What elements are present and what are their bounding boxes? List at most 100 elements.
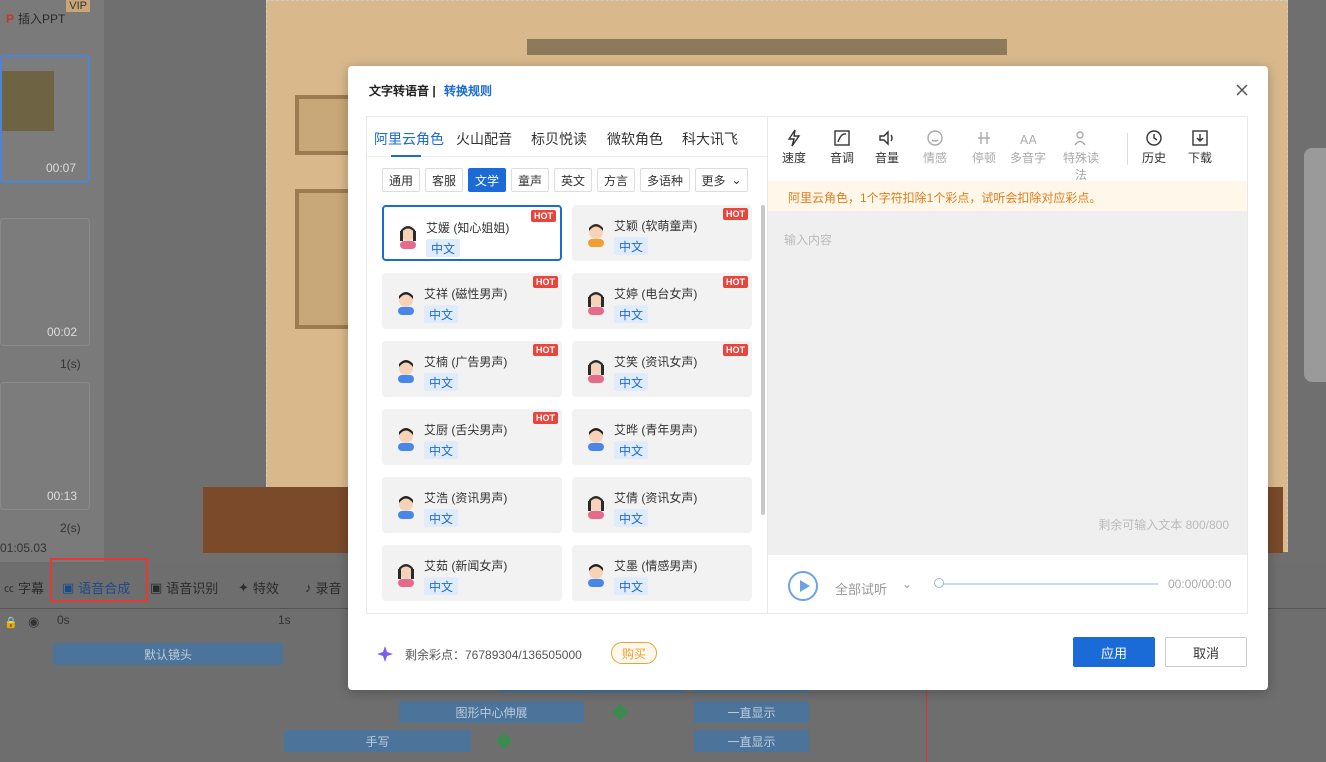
tool-speaker-button[interactable]: 音量 <box>867 129 907 166</box>
tool-label: 音调 <box>829 151 854 165</box>
tab-aliyun[interactable]: 阿里云角色 <box>374 129 444 149</box>
voice-avatar-icon <box>584 221 608 247</box>
category-literature[interactable]: 文学 <box>468 168 506 192</box>
voice-avatar-icon <box>394 357 418 383</box>
tool-label: 停顿 <box>971 151 996 165</box>
voice-card[interactable]: 艾婷 (电台女声) 中文 HOT <box>572 273 752 329</box>
voice-lang-badge: 中文 <box>614 305 648 323</box>
input-placeholder: 输入内容 <box>784 233 833 247</box>
tab-iflytek[interactable]: 科大讯飞 <box>682 129 738 149</box>
voice-name: 艾颖 (软萌童声) <box>614 219 698 233</box>
editor-panel: 阿里云角色，1个字符扣除1个彩点，试听会扣除对应彩点。 输入内容 剩余可输入文本… <box>767 116 1248 614</box>
tab-microsoft[interactable]: 微软角色 <box>607 129 663 149</box>
voice-name: 艾笑 (资讯女声) <box>614 355 698 369</box>
voice-card[interactable]: 艾颖 (软萌童声) 中文 HOT <box>572 205 752 261</box>
voice-lang-badge: 中文 <box>426 239 460 257</box>
voice-card[interactable]: 艾厨 (舌尖男声) 中文 HOT <box>382 409 562 465</box>
tool-special-read-button[interactable]: 特殊读法 <box>1061 129 1101 183</box>
tool-history-button[interactable]: 历史 <box>1134 129 1174 166</box>
remaining-count: 剩余可输入文本 800/800 <box>1098 518 1229 532</box>
voice-lang-badge: 中文 <box>424 441 458 459</box>
apply-button[interactable]: 应用 <box>1073 637 1155 667</box>
chevron-down-icon: ⌄ <box>731 173 742 187</box>
tab-volcano[interactable]: 火山配音 <box>456 129 512 149</box>
voice-list-scrollbar[interactable] <box>761 205 765 515</box>
category-english[interactable]: 英文 <box>554 168 592 192</box>
category-service[interactable]: 客服 <box>425 168 463 192</box>
play-button[interactable] <box>788 571 818 601</box>
chevron-down-icon[interactable]: ⌄ <box>902 577 912 591</box>
category-more[interactable]: 更多 ⌄ <box>695 168 748 192</box>
vendor-tabs: 阿里云角色 火山配音 标贝悦读 微软角色 科大讯飞 <box>367 117 767 157</box>
hot-badge: HOT <box>723 208 748 220</box>
close-icon[interactable] <box>1234 82 1250 98</box>
tool-label: 音量 <box>874 151 899 165</box>
voice-card[interactable]: 艾茹 (新闻女声) 中文 <box>382 545 562 601</box>
category-child[interactable]: 童声 <box>511 168 549 192</box>
audio-player: 全部试听 ⌄ 00:00/00:00 <box>768 555 1247 613</box>
voice-card[interactable]: 艾笑 (资讯女声) 中文 HOT <box>572 341 752 397</box>
voice-name: 艾茹 (新闻女声) <box>424 559 508 573</box>
voice-card[interactable]: 艾墨 (情感男声) 中文 <box>572 545 752 601</box>
voice-name: 艾祥 (磁性男声) <box>424 287 508 301</box>
tab-biaobei[interactable]: 标贝悦读 <box>531 129 587 149</box>
tool-smile-button[interactable]: 情感 <box>915 129 955 166</box>
voice-avatar-icon <box>584 289 608 315</box>
voice-card[interactable]: 艾浩 (资讯男声) 中文 <box>382 477 562 533</box>
voice-lang-badge: 中文 <box>614 237 648 255</box>
hot-badge: HOT <box>723 276 748 288</box>
tool-lightning-button[interactable]: 速度 <box>774 129 814 166</box>
conversion-rules-link[interactable]: 转换规则 <box>444 82 492 99</box>
download-icon <box>1192 130 1208 146</box>
hot-badge: HOT <box>723 344 748 356</box>
tool-pause-button[interactable]: 停顿 <box>964 129 1004 166</box>
hot-badge: HOT <box>531 210 556 222</box>
voice-avatar-icon <box>584 561 608 587</box>
dialog-title: 文字转语音 | <box>369 84 436 98</box>
text-input[interactable]: 输入内容 剩余可输入文本 800/800 <box>768 211 1247 555</box>
voice-lang-badge: 中文 <box>424 577 458 595</box>
hot-badge: HOT <box>533 412 558 424</box>
voice-name: 艾晔 (青年男声) <box>614 423 698 437</box>
voice-card[interactable]: 艾祥 (磁性男声) 中文 HOT <box>382 273 562 329</box>
category-multilang[interactable]: 多语种 <box>640 168 690 192</box>
voice-avatar-icon <box>584 425 608 451</box>
lightning-icon <box>787 129 801 147</box>
voice-name: 艾倩 (资讯女声) <box>614 491 698 505</box>
voice-name: 艾楠 (广告男声) <box>424 355 508 369</box>
tool-label: 速度 <box>781 151 806 165</box>
voice-card[interactable]: 艾媛 (知心姐姐) 中文 HOT <box>382 205 562 261</box>
tool-label: 特殊读法 <box>1062 151 1099 182</box>
voice-lang-badge: 中文 <box>614 441 648 459</box>
voice-avatar-icon <box>394 289 418 315</box>
voice-avatar-icon <box>584 493 608 519</box>
voice-lang-badge: 中文 <box>614 577 648 595</box>
voice-lang-badge: 中文 <box>424 509 458 527</box>
polyphone-icon: AA <box>1020 133 1037 147</box>
voice-card[interactable]: 艾晔 (青年男声) 中文 <box>572 409 752 465</box>
listen-all-dropdown[interactable]: 全部试听 <box>835 579 887 598</box>
voice-lang-badge: 中文 <box>614 373 648 391</box>
progress-knob[interactable] <box>934 578 944 588</box>
voice-avatar-icon <box>396 223 420 249</box>
tts-dialog: 文字转语音 | 转换规则 阿里云角色 火山配音 标贝悦读 微软角色 科大讯飞 通… <box>348 66 1268 690</box>
voice-name: 艾厨 (舌尖男声) <box>424 423 508 437</box>
category-general[interactable]: 通用 <box>382 168 420 192</box>
tool-polyphone-button[interactable]: AA 多音字 <box>1008 129 1048 166</box>
buy-button[interactable]: 购买 <box>611 642 657 664</box>
pitch-icon <box>834 130 850 146</box>
voice-lang-badge: 中文 <box>424 373 458 391</box>
cancel-button[interactable]: 取消 <box>1165 637 1247 667</box>
voice-avatar-icon <box>584 357 608 383</box>
tool-download-button[interactable]: 下载 <box>1180 129 1220 166</box>
voice-name: 艾浩 (资讯男声) <box>424 491 508 505</box>
voice-card[interactable]: 艾倩 (资讯女声) 中文 <box>572 477 752 533</box>
progress-track[interactable] <box>938 583 1158 585</box>
cost-notice: 阿里云角色，1个字符扣除1个彩点，试听会扣除对应彩点。 <box>768 181 1247 211</box>
playback-time: 00:00/00:00 <box>1168 577 1232 591</box>
voice-card[interactable]: 艾楠 (广告男声) 中文 HOT <box>382 341 562 397</box>
category-dialect[interactable]: 方言 <box>597 168 635 192</box>
voice-lang-badge: 中文 <box>424 305 458 323</box>
tool-pitch-button[interactable]: 音调 <box>822 129 862 166</box>
voice-avatar-icon <box>394 425 418 451</box>
